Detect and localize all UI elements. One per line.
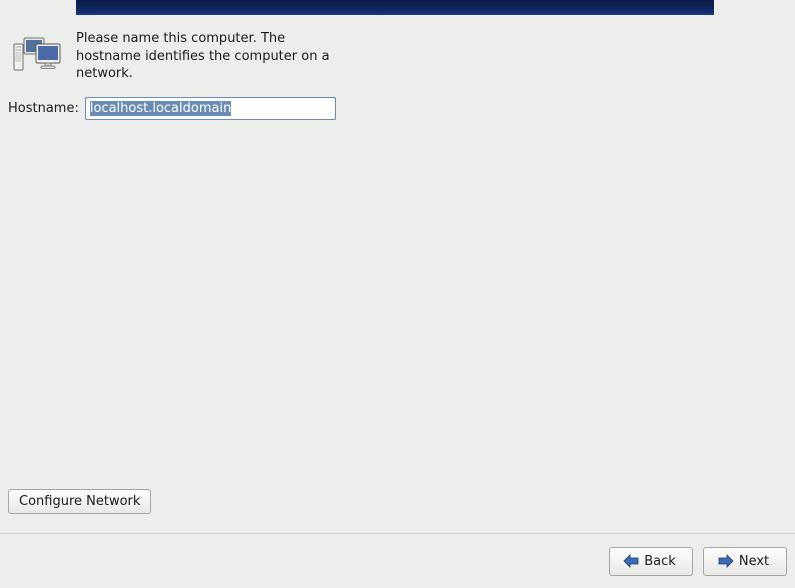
next-button-label: Next (739, 554, 769, 569)
arrow-left-icon (622, 553, 640, 569)
configure-network-button[interactable]: Configure Network (8, 489, 151, 514)
hostname-instruction-text: Please name this computer. The hostname … (76, 30, 341, 83)
arrow-right-icon (717, 553, 735, 569)
next-button[interactable]: Next (703, 547, 787, 576)
hostname-input[interactable] (85, 97, 336, 120)
hostname-label: Hostname: (8, 101, 79, 116)
back-button-label: Back (644, 554, 676, 569)
header-banner (76, 0, 714, 15)
footer-nav: Back Next (0, 533, 795, 588)
back-button[interactable]: Back (609, 547, 693, 576)
computer-network-icon (12, 34, 64, 76)
